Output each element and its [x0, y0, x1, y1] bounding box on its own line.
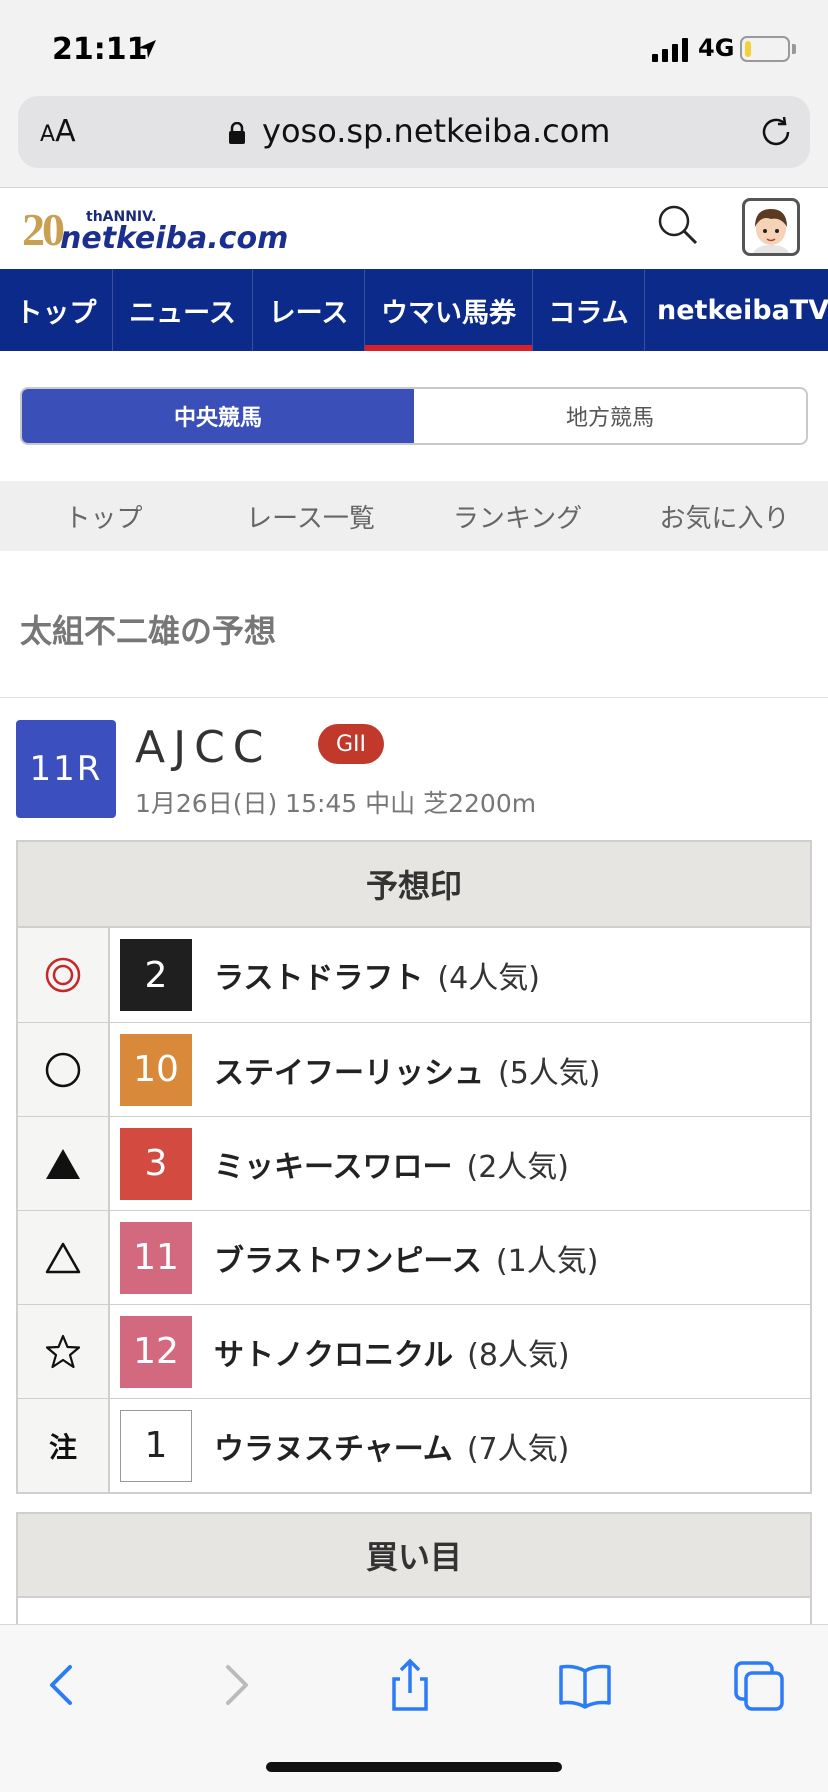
horse-number-badge: 2 [120, 939, 192, 1011]
horse-popularity: (2人気) [466, 1149, 570, 1185]
site-logo[interactable]: 20 thANNIV. netkeiba.com [22, 203, 342, 261]
battery-icon [740, 36, 790, 62]
subnav-ranking[interactable]: ランキング [414, 481, 621, 551]
horse-number-badge: 1 [120, 1409, 192, 1482]
circle-icon [18, 1023, 110, 1116]
horse-name[interactable]: ミッキースワロー [214, 1142, 453, 1186]
horse-number-badge: 10 [120, 1033, 192, 1106]
subnav-race-list[interactable]: レース一覧 [207, 481, 414, 551]
url-text[interactable]: yoso.sp.netkeiba.com [262, 112, 610, 150]
region-segmented-control: 中央競馬 地方競馬 [20, 387, 808, 445]
horse-number-badge: 11 [120, 1221, 192, 1294]
battery-level [745, 41, 751, 57]
back-icon[interactable] [32, 1655, 92, 1715]
prediction-row[interactable]: 3 ミッキースワロー (2人気) [18, 1116, 810, 1210]
network-type: 4G [698, 34, 735, 62]
share-icon[interactable] [380, 1655, 440, 1715]
horse-popularity: (8人気) [467, 1337, 570, 1373]
horse-popularity: (7人気) [466, 1431, 570, 1467]
bookmarks-icon[interactable] [555, 1655, 615, 1715]
gnav-netkeiba-tv[interactable]: netkeibaTV [644, 269, 828, 351]
race-info: 1月26日(日) 15:45 中山 芝2200m [135, 789, 537, 818]
horse-name[interactable]: ウラヌスチャーム [214, 1424, 453, 1468]
location-arrow-icon [138, 40, 156, 58]
lock-icon [229, 122, 245, 144]
gnav-umai-baken[interactable]: ウマい馬券 [364, 269, 532, 351]
horse-number-badge: 12 [120, 1315, 192, 1388]
sub-nav: トップ レース一覧 ランキング お気に入り [0, 481, 828, 551]
horse-popularity: (1人気) [495, 1243, 599, 1279]
status-bar: 21:11 4G [0, 0, 828, 96]
prediction-table: 予想印 2 ラストドラフト (4人気) 10 ステイフーリッシュ (5人気) 3 ミッキースワ… [16, 840, 812, 1494]
gnav-top[interactable]: トップ [0, 269, 112, 351]
horse-name[interactable]: ステイフーリッシュ [214, 1048, 484, 1092]
horse-number-badge: 3 [120, 1127, 192, 1200]
subnav-favorites[interactable]: お気に入り [621, 481, 828, 551]
horse-popularity: (4人気) [437, 961, 540, 996]
horse-cell: 2 ラストドラフト (4人気) [110, 928, 810, 1022]
address-bar[interactable]: AA yoso.sp.netkeiba.com [18, 96, 810, 168]
reload-icon[interactable] [758, 114, 794, 150]
site-header: 20 thANNIV. netkeiba.com [0, 189, 828, 269]
horse-name[interactable]: ラストドラフト [214, 953, 423, 997]
browser-address-area: AA yoso.sp.netkeiba.com [0, 96, 828, 188]
grade-badge: GII [318, 724, 384, 764]
cellular-signal-icon [652, 38, 688, 62]
status-time: 21:11 [52, 32, 148, 67]
horse-popularity: (5人気) [498, 1055, 601, 1091]
gnav-race[interactable]: レース [252, 269, 364, 351]
aa-large: A [55, 114, 76, 149]
global-nav: トップ ニュース レース ウマい馬券 コラム netkeibaTV [0, 269, 828, 351]
star-icon [18, 1305, 110, 1398]
avatar-face-icon [753, 209, 789, 253]
aa-small: A [40, 122, 56, 147]
prediction-table-title: 予想印 [18, 842, 810, 928]
home-indicator [266, 1762, 562, 1772]
horse-name[interactable]: ブラストワンピース [214, 1236, 482, 1280]
search-icon[interactable] [656, 203, 698, 245]
gnav-column[interactable]: コラム [532, 269, 644, 351]
mark-label: 注 [18, 1399, 110, 1492]
horse-cell: 1 ウラヌスチャーム (7人気) [110, 1399, 810, 1492]
prediction-row[interactable]: 12 サトノクロニクル (8人気) [18, 1304, 810, 1398]
race-number-badge: 11R [16, 720, 116, 818]
page: 21:11 4G AA yoso.sp.netkeiba.com 20 thAN… [0, 0, 828, 1792]
horse-cell: 10 ステイフーリッシュ (5人気) [110, 1023, 810, 1116]
double-circle-icon [18, 928, 110, 1022]
logo-name: netkeiba.com [60, 221, 289, 256]
horse-cell: 11 ブラストワンピース (1人気) [110, 1211, 810, 1304]
divider [0, 697, 828, 698]
prediction-row[interactable]: 注 1 ウラヌスチャーム (7人気) [18, 1398, 810, 1492]
logo-20: 20 [22, 204, 65, 255]
segment-central[interactable]: 中央競馬 [22, 389, 414, 443]
user-avatar[interactable] [742, 198, 800, 256]
horse-cell: 3 ミッキースワロー (2人気) [110, 1117, 810, 1210]
filled-triangle-icon [18, 1117, 110, 1210]
triangle-icon [18, 1211, 110, 1304]
segment-local[interactable]: 地方競馬 [414, 389, 806, 443]
gnav-news[interactable]: ニュース [112, 269, 252, 351]
prediction-rows: 2 ラストドラフト (4人気) 10 ステイフーリッシュ (5人気) 3 ミッキースワロー (2… [18, 928, 810, 1492]
race-name: AJCC [135, 722, 272, 773]
buy-table-title: 買い目 [18, 1514, 810, 1598]
prediction-row[interactable]: 2 ラストドラフト (4人気) [18, 928, 810, 1022]
horse-cell: 12 サトノクロニクル (8人気) [110, 1305, 810, 1398]
buy-table: 買い目 [16, 1512, 812, 1632]
horse-name[interactable]: サトノクロニクル [214, 1330, 453, 1374]
subnav-top[interactable]: トップ [0, 481, 207, 551]
tabs-icon[interactable] [730, 1655, 790, 1715]
forward-icon[interactable] [206, 1655, 266, 1715]
page-title: 太組不二雄の予想 [20, 612, 277, 650]
prediction-row[interactable]: 10 ステイフーリッシュ (5人気) [18, 1022, 810, 1116]
reader-text-size-button[interactable]: AA [40, 114, 76, 149]
prediction-row[interactable]: 11 ブラストワンピース (1人気) [18, 1210, 810, 1304]
battery-nub [792, 44, 796, 54]
